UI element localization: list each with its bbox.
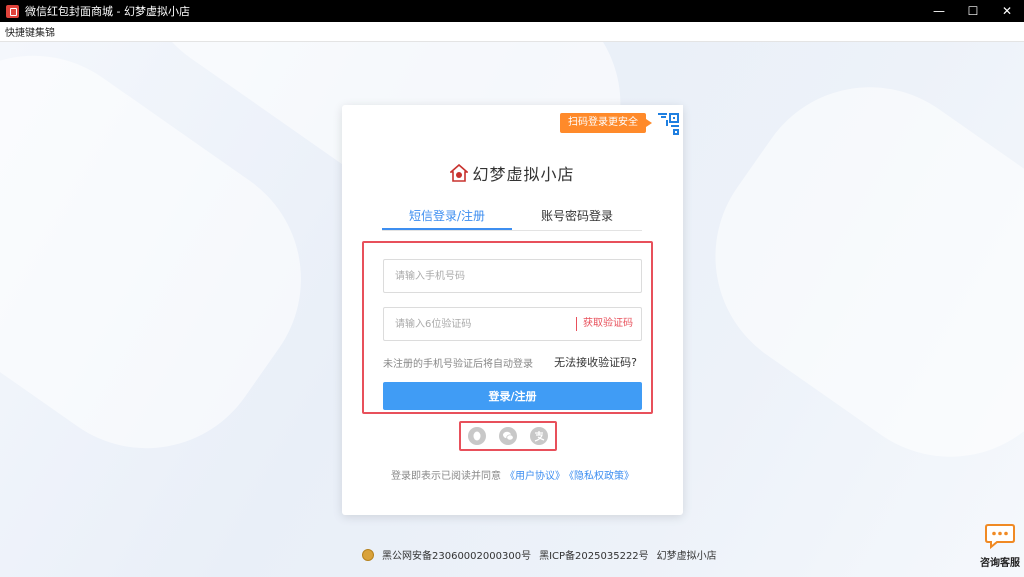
qq-icon	[473, 431, 481, 441]
police-badge-icon	[362, 548, 374, 561]
phone-input[interactable]	[384, 260, 564, 292]
icp-record[interactable]: 黑ICP备2025035222号	[539, 547, 649, 562]
menubar: 快捷键集锦	[0, 22, 1024, 42]
customer-service-label: 咨询客服	[980, 558, 1020, 569]
menu-shortcuts[interactable]: 快捷键集锦	[5, 24, 55, 39]
agreement-prefix: 登录即表示已阅读并同意	[391, 471, 501, 482]
phone-field	[383, 259, 642, 293]
login-tabs: 短信登录/注册 账号密码登录	[382, 203, 642, 231]
qr-code-icon	[639, 105, 683, 149]
tab-password-login[interactable]: 账号密码登录	[512, 203, 642, 230]
get-code-button[interactable]: 获取验证码	[576, 317, 633, 331]
chat-bubble-icon	[985, 524, 1015, 550]
brand-logo: 幻梦虚拟小店	[342, 161, 683, 185]
code-field: 获取验证码	[383, 307, 642, 341]
site-footer: 黑公网安备23060002000300号 黑ICP备2025035222号 幻梦…	[362, 547, 725, 562]
wechat-login-button[interactable]	[498, 427, 517, 445]
alipay-login-button[interactable]	[530, 427, 549, 445]
page-background: 扫码登录更安全 幻梦虚拟小店 短信登录/注册 账号密码登录 请输入手机号码 请输…	[0, 42, 1024, 577]
app-icon	[6, 4, 19, 18]
code-input[interactable]	[384, 308, 564, 340]
brand-name: 幻梦虚拟小店	[472, 165, 575, 184]
footer-shop-name: 幻梦虚拟小店	[656, 551, 717, 562]
auto-register-hint: 未注册的手机号验证后将自动登录	[383, 359, 533, 370]
window-titlebar: 微信红包封面商城 - 幻梦虚拟小店 — ☐ ✕	[0, 0, 1024, 22]
minimize-button[interactable]: —	[922, 0, 956, 22]
qq-login-button[interactable]	[467, 427, 486, 445]
close-button[interactable]: ✕	[990, 0, 1024, 22]
alipay-icon	[535, 431, 545, 442]
privacy-policy-link[interactable]: 《隐私权政策》	[569, 471, 634, 482]
cannot-receive-code-link[interactable]: 无法接收验证码?	[554, 354, 637, 370]
qr-login-tip[interactable]: 扫码登录更安全	[560, 113, 652, 133]
background-shape	[668, 42, 1024, 504]
agreement-text: 登录即表示已阅读并同意 《用户协议》 《隐私权政策》	[342, 467, 683, 482]
customer-service-button[interactable]: 咨询客服	[978, 523, 1022, 569]
login-register-button[interactable]: 登录/注册	[383, 382, 642, 410]
window-title: 微信红包封面商城 - 幻梦虚拟小店	[25, 5, 190, 18]
sms-login-form: 获取验证码 未注册的手机号验证后将自动登录 无法接收验证码? 登录/注册	[362, 241, 653, 414]
login-card: 扫码登录更安全 幻梦虚拟小店 短信登录/注册 账号密码登录 请输入手机号码 请输…	[342, 105, 683, 515]
window-controls: — ☐ ✕	[922, 0, 1024, 22]
user-agreement-link[interactable]: 《用户协议》	[505, 471, 565, 482]
social-login-group	[459, 421, 557, 451]
tab-sms-login[interactable]: 短信登录/注册	[382, 203, 512, 230]
maximize-button[interactable]: ☐	[956, 0, 990, 22]
police-record[interactable]: 黑公网安备23060002000300号	[382, 547, 531, 562]
shop-logo-icon	[450, 164, 469, 182]
qr-login-toggle[interactable]	[639, 105, 683, 149]
wechat-icon	[502, 431, 514, 441]
